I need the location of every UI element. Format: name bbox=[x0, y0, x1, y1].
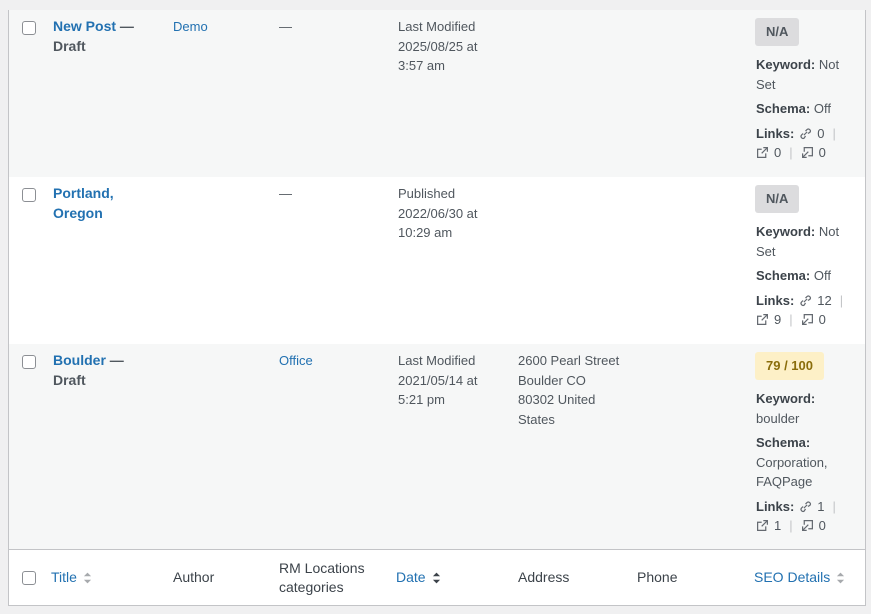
external-links-count: 0 bbox=[774, 145, 782, 160]
category-link[interactable]: Office bbox=[279, 351, 313, 371]
date-value: 2025/08/25 at bbox=[398, 38, 478, 54]
categories-value: — bbox=[279, 186, 292, 201]
date-cell: Last Modified 2025/08/25 at 3:57 am bbox=[398, 17, 498, 76]
post-title-cell: Boulder — Draft bbox=[53, 352, 124, 388]
column-seo-label[interactable]: SEO Details bbox=[754, 568, 830, 588]
post-title-link[interactable]: New Post bbox=[53, 18, 116, 34]
external-link-icon bbox=[757, 520, 768, 532]
seo-score-badge: N/A bbox=[755, 18, 800, 46]
date-value: 2022/06/30 at bbox=[398, 205, 478, 221]
date-status: Last Modified bbox=[398, 19, 476, 34]
internal-link-icon bbox=[800, 501, 812, 512]
time-value: 10:29 am bbox=[398, 225, 453, 240]
keyword-label: Keyword: bbox=[756, 57, 816, 72]
incoming-links-count: 0 bbox=[818, 312, 826, 327]
schema-label: Schema: bbox=[756, 435, 811, 450]
links-label: Links: bbox=[756, 498, 795, 514]
external-links-count: 9 bbox=[774, 312, 782, 327]
time-value: 5:21 pm bbox=[398, 392, 445, 407]
seo-details: Keyword: Not Set Schema: Off Links: 12 | … bbox=[756, 222, 861, 330]
internal-links-count: 1 bbox=[817, 498, 825, 514]
sort-icon bbox=[83, 572, 92, 584]
date-cell: Published 2022/06/30 at 10:29 am bbox=[398, 184, 498, 243]
date-cell: Last Modified 2021/05/14 at 5:21 pm bbox=[398, 351, 498, 410]
table-footer-header: Title Author RM Locations categories Dat… bbox=[9, 549, 865, 605]
table-row: New Post — Draft Demo — Last Modified 20… bbox=[9, 10, 865, 177]
date-status: Published bbox=[398, 186, 456, 201]
categories-value: — bbox=[279, 19, 292, 34]
column-author: Author bbox=[173, 569, 215, 586]
external-links-count: 1 bbox=[774, 518, 782, 533]
incoming-link-icon bbox=[801, 520, 813, 532]
select-all-checkbox[interactable] bbox=[22, 571, 36, 585]
seo-score-badge: 79 / 100 bbox=[755, 352, 824, 380]
seo-details: Keyword: Not Set Schema: Off Links: 0 | 0… bbox=[756, 55, 861, 163]
table-row: Boulder — Draft Office Last Modified 202… bbox=[9, 344, 865, 549]
schema-value: Corporation, FAQPage bbox=[756, 454, 828, 490]
table-row: Portland, Oregon — Published 2022/06/30 … bbox=[9, 177, 865, 344]
row-checkbox[interactable] bbox=[22, 355, 36, 369]
column-date-label[interactable]: Date bbox=[396, 568, 426, 588]
internal-link-icon bbox=[800, 295, 812, 306]
post-state: Draft bbox=[53, 371, 86, 388]
post-title-link[interactable]: Boulder bbox=[53, 352, 106, 368]
post-title-link[interactable]: Portland, Oregon bbox=[53, 185, 114, 221]
internal-link-icon bbox=[800, 128, 812, 139]
incoming-link-icon bbox=[801, 314, 813, 326]
date-value: 2021/05/14 at bbox=[398, 372, 478, 388]
column-phone: Phone bbox=[637, 569, 678, 586]
seo-score-badge: N/A bbox=[755, 185, 800, 213]
external-link-icon bbox=[757, 314, 768, 326]
date-status: Last Modified bbox=[398, 353, 476, 368]
internal-links-count: 12 bbox=[817, 292, 832, 308]
external-link-icon bbox=[757, 147, 768, 159]
keyword-value: boulder bbox=[756, 410, 800, 426]
schema-value: Off bbox=[813, 101, 831, 116]
schema-label: Schema: bbox=[756, 268, 811, 283]
author-link[interactable]: Demo bbox=[173, 17, 208, 37]
keyword-label: Keyword: bbox=[756, 391, 816, 406]
schema-label: Schema: bbox=[756, 101, 811, 116]
incoming-links-count: 0 bbox=[818, 145, 826, 160]
post-title-cell: Portland, Oregon bbox=[53, 184, 123, 223]
internal-links-count: 0 bbox=[817, 125, 825, 141]
sort-icon bbox=[837, 572, 845, 584]
column-title-label[interactable]: Title bbox=[51, 568, 77, 588]
time-value: 3:57 am bbox=[398, 58, 445, 73]
links-label: Links: bbox=[756, 125, 795, 141]
post-title-cell: New Post — Draft bbox=[53, 18, 134, 54]
keyword-label: Keyword: bbox=[756, 224, 816, 239]
incoming-links-count: 0 bbox=[818, 518, 826, 533]
column-date[interactable]: Date bbox=[396, 550, 441, 605]
seo-details: Keyword: boulder Schema: Corporation, FAQP… bbox=[756, 389, 861, 536]
posts-table: New Post — Draft Demo — Last Modified 20… bbox=[8, 10, 866, 606]
column-title[interactable]: Title bbox=[51, 550, 92, 605]
sort-icon bbox=[432, 572, 440, 584]
links-label: Links: bbox=[756, 292, 795, 308]
column-seo-details[interactable]: SEO Details bbox=[754, 550, 845, 605]
incoming-link-icon bbox=[801, 147, 813, 159]
post-state: Draft bbox=[53, 37, 86, 54]
column-address: Address bbox=[518, 569, 570, 586]
schema-value: Off bbox=[813, 268, 831, 283]
row-checkbox[interactable] bbox=[22, 188, 36, 202]
address-cell: 2600 Pearl Street Boulder CO 80302 Unite… bbox=[518, 353, 620, 427]
column-categories: RM Locations categories bbox=[279, 559, 365, 596]
row-checkbox[interactable] bbox=[22, 21, 36, 35]
